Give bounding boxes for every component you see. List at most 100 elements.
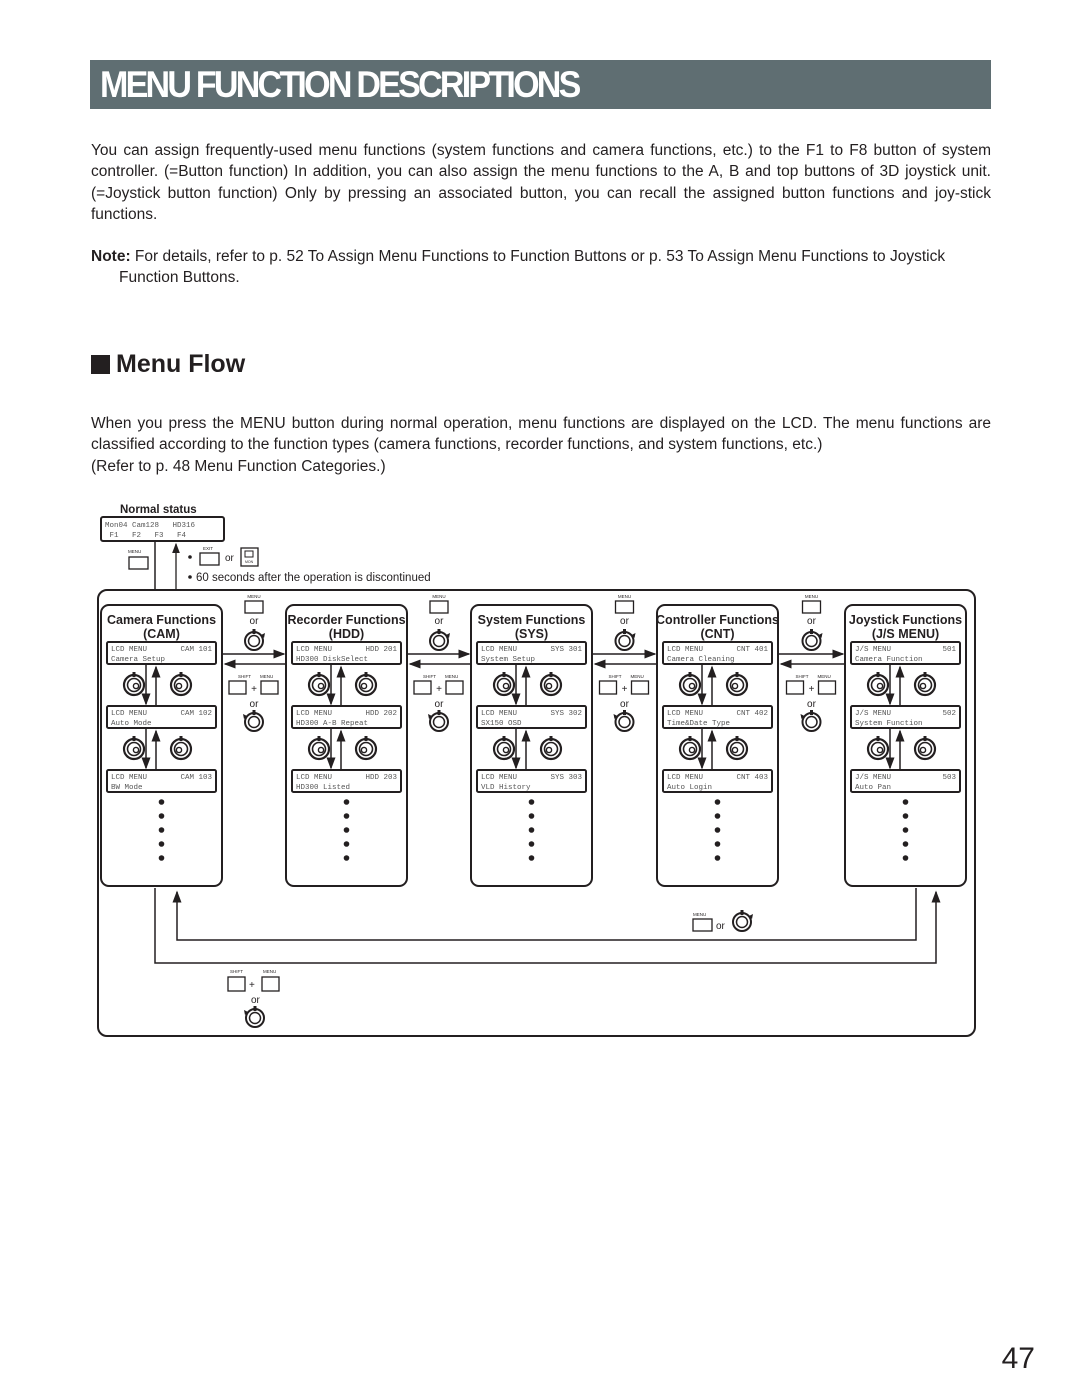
- group-cam: Camera Functions(CAM) LCD MENU CAM 101 Came…: [100, 604, 223, 887]
- bottom-or-text: or: [251, 995, 261, 1006]
- bottom-shift-key-icon: [227, 976, 246, 992]
- group-title: Joystick Functions: [849, 613, 962, 627]
- return-loop-inner: [172, 888, 917, 941]
- normal-status-label: Normal status: [120, 504, 197, 516]
- connector-2: MENUorSHIFT MENU+or: [407, 594, 471, 732]
- menu-key-label: MENU: [260, 674, 273, 679]
- or-text: or: [620, 699, 630, 710]
- connector-3: MENUorSHIFT MENU+or: [592, 594, 657, 732]
- lcd-screen-line-1: LCD MENU: [296, 774, 332, 782]
- continuation-dot: [343, 855, 350, 861]
- continuation-dot: [714, 841, 721, 847]
- menu-key-label: MENU: [818, 674, 831, 679]
- continuation-dot: [528, 799, 535, 805]
- menu-key-icon: [244, 600, 264, 614]
- menu-key-label: MENU: [432, 594, 445, 599]
- or-text: or: [807, 616, 817, 627]
- group-hdd: Recorder Functions(HDD) LCD MENU HDD 201 HD…: [285, 604, 408, 887]
- bottom-plus-text: +: [249, 980, 255, 991]
- lcd-screen-line-1: LCD MENU: [667, 710, 703, 718]
- lcd-screen-line-2: HD300 Listed: [296, 784, 350, 792]
- timeout-note: 60 seconds after the operation is discon…: [196, 572, 431, 584]
- lcd-screen-line-1: LCD MENU: [111, 646, 147, 654]
- continuation-dot: [528, 841, 535, 847]
- or-text: or: [250, 699, 260, 710]
- group-code: (HDD): [329, 627, 364, 641]
- menu-key-icon: [429, 600, 449, 614]
- group-code: (J/S MENU): [872, 627, 939, 641]
- group-title: Camera Functions: [107, 613, 216, 627]
- or-text: or: [620, 616, 630, 627]
- lcd-screen-line-1: J/S MENU: [855, 710, 891, 718]
- lcd-screen-line-1: LCD MENU: [296, 710, 332, 718]
- lcd-screen-code: CAM 103: [180, 774, 212, 782]
- shift-key-label: SHIFT: [423, 674, 436, 679]
- group-sys: System Functions(SYS) LCD MENU SYS 301 Syst…: [470, 604, 593, 887]
- exit-key-icon: [199, 552, 220, 566]
- lcd-screen-line-1: LCD MENU: [111, 774, 147, 782]
- plus-text: +: [251, 684, 257, 695]
- menu-key-label: MENU: [631, 674, 644, 679]
- continuation-dot: [343, 841, 350, 847]
- shift-key-label: SHIFT: [238, 674, 251, 679]
- plus-text: +: [622, 684, 628, 695]
- group-title: Controller Functions: [656, 613, 779, 627]
- lcd-screen-line-2: SX150 OSD: [481, 720, 522, 728]
- continuation-dot: [714, 799, 721, 805]
- lcd-screen-line-2: HD300 A-B Repeat: [296, 720, 368, 728]
- bottom-menu-key-label: MENU: [263, 969, 276, 974]
- shift-key-icon: [413, 680, 432, 695]
- lcd-screen-line-2: VLD History: [481, 784, 531, 792]
- function-groups: Camera Functions(CAM) LCD MENU CAM 101 Came…: [100, 604, 967, 887]
- shift-key-label: SHIFT: [609, 674, 622, 679]
- or-text: or: [225, 553, 235, 564]
- group-code: (CNT): [700, 627, 734, 641]
- shift-key-label: SHIFT: [796, 674, 809, 679]
- menu-key-icon: [801, 600, 822, 614]
- jog-knob-forward-icon: [801, 628, 824, 651]
- group-title: Recorder Functions: [287, 613, 405, 627]
- lcd-screen-code: 502: [942, 710, 956, 718]
- lcd-screen-code: HDD 203: [365, 774, 397, 782]
- menu-key-label: MENU: [618, 594, 631, 599]
- or-text: or: [435, 699, 445, 710]
- group-code: (CAM): [143, 627, 180, 641]
- or-text: or: [250, 616, 260, 627]
- continuation-dot: [528, 827, 535, 833]
- jog-knob-back-icon: [427, 709, 449, 732]
- lcd-screen-line-2: Auto Mode: [111, 720, 152, 728]
- or-text: or: [807, 699, 817, 710]
- lcd-screen-line-1: J/S MENU: [855, 646, 891, 654]
- lcd-screen-line-1: LCD MENU: [667, 774, 703, 782]
- plus-text: +: [809, 684, 815, 695]
- shift-key-icon: [598, 680, 618, 695]
- shift-key-icon: [785, 680, 805, 695]
- normal-status-lcd-line-2: F1 F2 F3 F4: [105, 532, 187, 540]
- lcd-screen-line-2: Time&Date Type: [667, 720, 730, 728]
- lcd-screen-line-2: System Setup: [481, 656, 535, 664]
- continuation-dot: [528, 813, 535, 819]
- monitor-key-label: MON: [245, 560, 254, 564]
- lcd-screen-line-2: Auto Login: [667, 784, 712, 792]
- lcd-screen-line-1: LCD MENU: [667, 646, 703, 654]
- menu-key-label: MENU: [128, 549, 141, 554]
- connector-4: MENUorSHIFT MENU+or: [778, 594, 845, 732]
- menu-key-icon: [817, 680, 837, 695]
- menu-key-icon: [128, 556, 149, 570]
- group-code: (SYS): [515, 627, 548, 641]
- bottom-menu-key-icon: [261, 976, 280, 992]
- lcd-screen-code: CNT 403: [736, 774, 768, 782]
- exit-key-label: EXIT: [203, 546, 213, 551]
- menu-key-label: MENU: [805, 594, 818, 599]
- lcd-screen-line-2: Camera Function: [855, 656, 923, 664]
- continuation-dot: [158, 827, 165, 833]
- return-menu-key-label: MENU: [693, 912, 706, 917]
- lcd-screen-line-2: System Function: [855, 720, 923, 728]
- lcd-screen-line-2: HD300 DiskSelect: [296, 656, 368, 664]
- or-text: or: [435, 616, 445, 627]
- bottom-shift-key-label: SHIFT: [230, 969, 243, 974]
- lcd-screen-code: HDD 201: [365, 646, 397, 654]
- continuation-dot: [343, 799, 350, 805]
- menu-key-icon: [445, 680, 464, 695]
- lcd-screen-code: SYS 302: [550, 710, 582, 718]
